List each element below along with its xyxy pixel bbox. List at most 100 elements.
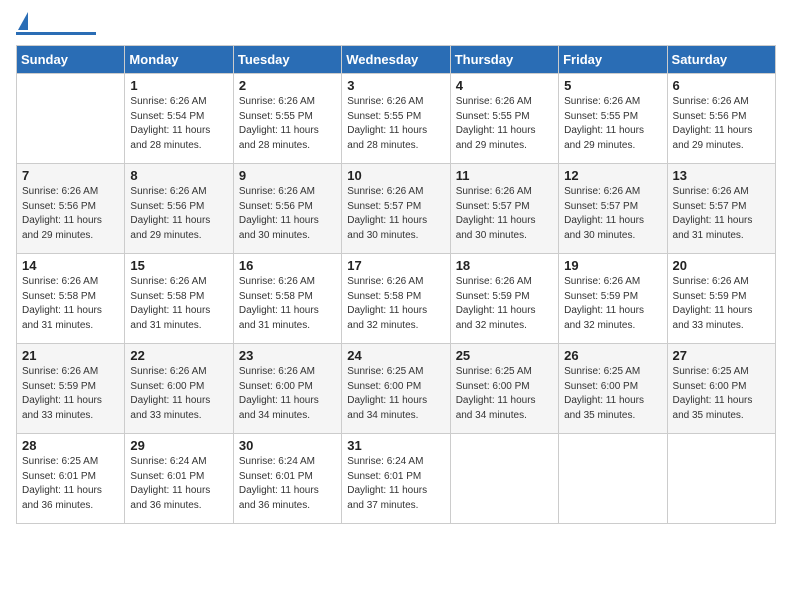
calendar-cell: 24 Sunrise: 6:25 AM Sunset: 6:00 PM Dayli… xyxy=(342,344,450,434)
calendar-cell: 13 Sunrise: 6:26 AM Sunset: 5:57 PM Dayli… xyxy=(667,164,775,254)
day-info: Sunrise: 6:26 AM Sunset: 5:59 PM Dayligh… xyxy=(22,365,119,423)
calendar-week-row: 21Sunrise: 6:26 AM Sunset: 5:59 PM Dayli… xyxy=(17,344,776,434)
calendar-cell: 17Sunrise: 6:26 AM Sunset: 5:58 PM Dayli… xyxy=(342,254,450,344)
day-info: Sunrise: 6:25 AM Sunset: 6:01 PM Dayligh… xyxy=(22,455,119,513)
calendar-week-row: 14 Sunrise: 6:26 AM Sunset: 5:58 PM Dayli… xyxy=(17,254,776,344)
calendar-cell: 16Sunrise: 6:26 AM Sunset: 5:58 PM Dayli… xyxy=(233,254,341,344)
calendar-cell xyxy=(450,434,558,524)
calendar-cell: 22 Sunrise: 6:26 AM Sunset: 6:00 PM Dayli… xyxy=(125,344,233,434)
day-info: Sunrise: 6:26 AM Sunset: 5:55 PM Dayligh… xyxy=(564,95,661,153)
day-number: 22 xyxy=(130,348,227,363)
day-number: 5 xyxy=(564,78,661,93)
day-info: Sunrise: 6:25 AM Sunset: 6:00 PM Dayligh… xyxy=(456,365,553,423)
day-number: 11 xyxy=(456,168,553,183)
calendar-cell: 26 Sunrise: 6:25 AM Sunset: 6:00 PM Dayli… xyxy=(559,344,667,434)
day-number: 10 xyxy=(347,168,444,183)
calendar-week-row: 28 Sunrise: 6:25 AM Sunset: 6:01 PM Dayli… xyxy=(17,434,776,524)
day-number: 27 xyxy=(673,348,770,363)
day-info: Sunrise: 6:26 AM Sunset: 5:55 PM Dayligh… xyxy=(456,95,553,153)
column-header-friday: Friday xyxy=(559,46,667,74)
day-number: 30 xyxy=(239,438,336,453)
calendar-cell: 20 Sunrise: 6:26 AM Sunset: 5:59 PM Dayli… xyxy=(667,254,775,344)
day-number: 3 xyxy=(347,78,444,93)
day-info: Sunrise: 6:26 AM Sunset: 5:54 PM Dayligh… xyxy=(130,95,227,153)
calendar-table: SundayMondayTuesdayWednesdayThursdayFrid… xyxy=(16,45,776,524)
day-info: Sunrise: 6:26 AM Sunset: 6:00 PM Dayligh… xyxy=(130,365,227,423)
calendar-cell: 10Sunrise: 6:26 AM Sunset: 5:57 PM Dayli… xyxy=(342,164,450,254)
day-info: Sunrise: 6:26 AM Sunset: 5:58 PM Dayligh… xyxy=(22,275,119,333)
day-number: 29 xyxy=(130,438,227,453)
logo-triangle-icon xyxy=(18,12,28,30)
calendar-cell: 2 Sunrise: 6:26 AM Sunset: 5:55 PM Daylig… xyxy=(233,74,341,164)
calendar-cell: 31Sunrise: 6:24 AM Sunset: 6:01 PM Dayli… xyxy=(342,434,450,524)
day-number: 13 xyxy=(673,168,770,183)
calendar-cell xyxy=(559,434,667,524)
day-info: Sunrise: 6:26 AM Sunset: 5:55 PM Dayligh… xyxy=(239,95,336,153)
calendar-cell: 15 Sunrise: 6:26 AM Sunset: 5:58 PM Dayli… xyxy=(125,254,233,344)
logo xyxy=(16,16,96,35)
column-header-sunday: Sunday xyxy=(17,46,125,74)
day-number: 24 xyxy=(347,348,444,363)
day-number: 20 xyxy=(673,258,770,273)
day-number: 25 xyxy=(456,348,553,363)
calendar-cell: 5 Sunrise: 6:26 AM Sunset: 5:55 PM Daylig… xyxy=(559,74,667,164)
calendar-cell: 11 Sunrise: 6:26 AM Sunset: 5:57 PM Dayli… xyxy=(450,164,558,254)
calendar-cell: 6 Sunrise: 6:26 AM Sunset: 5:56 PM Daylig… xyxy=(667,74,775,164)
day-info: Sunrise: 6:26 AM Sunset: 6:00 PM Dayligh… xyxy=(239,365,336,423)
calendar-cell: 3 Sunrise: 6:26 AM Sunset: 5:55 PM Daylig… xyxy=(342,74,450,164)
column-header-thursday: Thursday xyxy=(450,46,558,74)
day-number: 4 xyxy=(456,78,553,93)
day-number: 1 xyxy=(130,78,227,93)
day-info: Sunrise: 6:26 AM Sunset: 5:59 PM Dayligh… xyxy=(564,275,661,333)
day-info: Sunrise: 6:26 AM Sunset: 5:59 PM Dayligh… xyxy=(456,275,553,333)
day-info: Sunrise: 6:26 AM Sunset: 5:57 PM Dayligh… xyxy=(673,185,770,243)
calendar-week-row: 1 Sunrise: 6:26 AM Sunset: 5:54 PM Daylig… xyxy=(17,74,776,164)
day-info: Sunrise: 6:25 AM Sunset: 6:00 PM Dayligh… xyxy=(564,365,661,423)
calendar-cell: 4 Sunrise: 6:26 AM Sunset: 5:55 PM Daylig… xyxy=(450,74,558,164)
column-header-monday: Monday xyxy=(125,46,233,74)
calendar-cell: 8 Sunrise: 6:26 AM Sunset: 5:56 PM Daylig… xyxy=(125,164,233,254)
calendar-cell: 9Sunrise: 6:26 AM Sunset: 5:56 PM Daylig… xyxy=(233,164,341,254)
calendar-cell xyxy=(17,74,125,164)
day-number: 18 xyxy=(456,258,553,273)
calendar-cell xyxy=(667,434,775,524)
day-number: 14 xyxy=(22,258,119,273)
calendar-header-row: SundayMondayTuesdayWednesdayThursdayFrid… xyxy=(17,46,776,74)
day-number: 2 xyxy=(239,78,336,93)
day-number: 7 xyxy=(22,168,119,183)
day-info: Sunrise: 6:24 AM Sunset: 6:01 PM Dayligh… xyxy=(347,455,444,513)
calendar-cell: 30 Sunrise: 6:24 AM Sunset: 6:01 PM Dayli… xyxy=(233,434,341,524)
calendar-week-row: 7 Sunrise: 6:26 AM Sunset: 5:56 PM Daylig… xyxy=(17,164,776,254)
day-info: Sunrise: 6:26 AM Sunset: 5:59 PM Dayligh… xyxy=(673,275,770,333)
day-info: Sunrise: 6:26 AM Sunset: 5:57 PM Dayligh… xyxy=(456,185,553,243)
calendar-cell: 29 Sunrise: 6:24 AM Sunset: 6:01 PM Dayli… xyxy=(125,434,233,524)
day-info: Sunrise: 6:25 AM Sunset: 6:00 PM Dayligh… xyxy=(347,365,444,423)
day-number: 15 xyxy=(130,258,227,273)
day-info: Sunrise: 6:26 AM Sunset: 5:58 PM Dayligh… xyxy=(347,275,444,333)
day-info: Sunrise: 6:26 AM Sunset: 5:56 PM Dayligh… xyxy=(673,95,770,153)
day-number: 16 xyxy=(239,258,336,273)
calendar-cell: 25 Sunrise: 6:25 AM Sunset: 6:00 PM Dayli… xyxy=(450,344,558,434)
day-number: 28 xyxy=(22,438,119,453)
day-info: Sunrise: 6:26 AM Sunset: 5:56 PM Dayligh… xyxy=(130,185,227,243)
calendar-cell: 23 Sunrise: 6:26 AM Sunset: 6:00 PM Dayli… xyxy=(233,344,341,434)
day-number: 26 xyxy=(564,348,661,363)
day-number: 19 xyxy=(564,258,661,273)
day-info: Sunrise: 6:26 AM Sunset: 5:56 PM Dayligh… xyxy=(239,185,336,243)
day-number: 6 xyxy=(673,78,770,93)
day-number: 8 xyxy=(130,168,227,183)
day-number: 12 xyxy=(564,168,661,183)
calendar-cell: 27Sunrise: 6:25 AM Sunset: 6:00 PM Dayli… xyxy=(667,344,775,434)
day-info: Sunrise: 6:26 AM Sunset: 5:56 PM Dayligh… xyxy=(22,185,119,243)
day-info: Sunrise: 6:26 AM Sunset: 5:58 PM Dayligh… xyxy=(130,275,227,333)
day-info: Sunrise: 6:26 AM Sunset: 5:57 PM Dayligh… xyxy=(564,185,661,243)
column-header-tuesday: Tuesday xyxy=(233,46,341,74)
day-info: Sunrise: 6:24 AM Sunset: 6:01 PM Dayligh… xyxy=(239,455,336,513)
day-info: Sunrise: 6:26 AM Sunset: 5:55 PM Dayligh… xyxy=(347,95,444,153)
calendar-cell: 28 Sunrise: 6:25 AM Sunset: 6:01 PM Dayli… xyxy=(17,434,125,524)
page-header xyxy=(16,16,776,35)
column-header-saturday: Saturday xyxy=(667,46,775,74)
day-number: 23 xyxy=(239,348,336,363)
logo-underline xyxy=(16,32,96,35)
day-info: Sunrise: 6:24 AM Sunset: 6:01 PM Dayligh… xyxy=(130,455,227,513)
